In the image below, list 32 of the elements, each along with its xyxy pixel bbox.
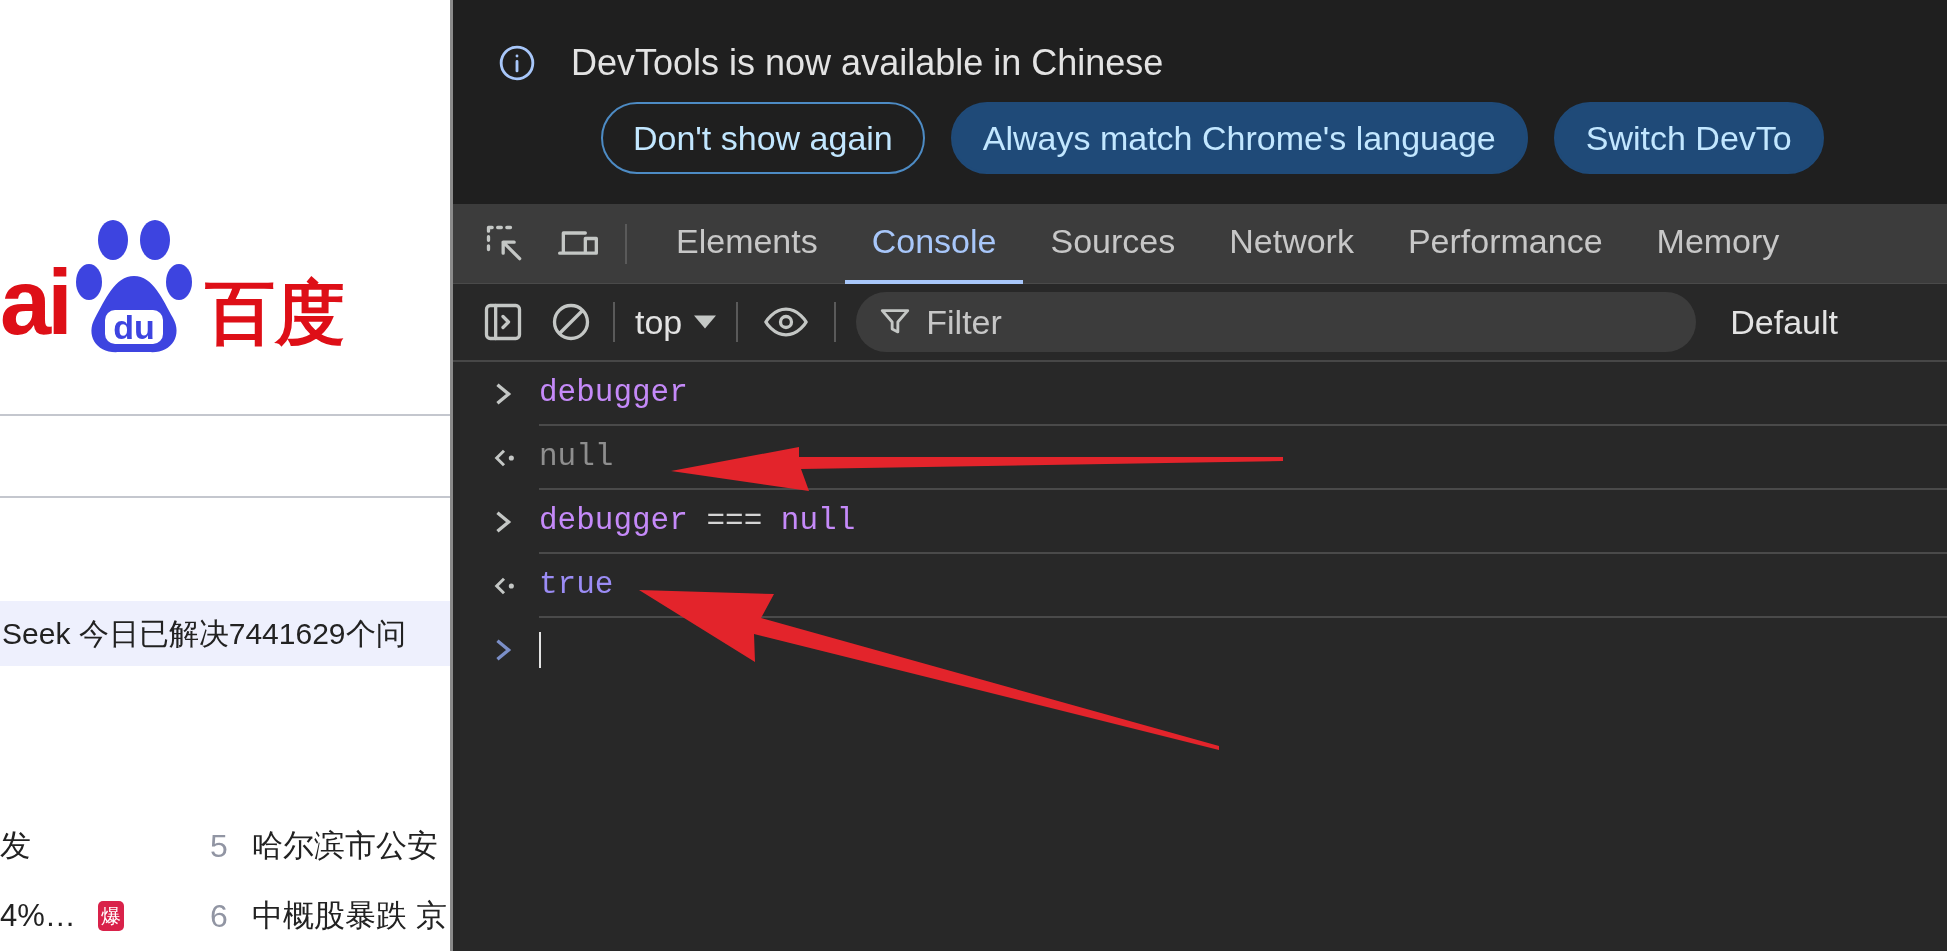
hot-badge: 爆 <box>97 901 124 931</box>
logo-text: ai <box>0 255 69 348</box>
panel-tab[interactable]: Performance <box>1380 203 1630 284</box>
context-dropdown[interactable]: top <box>635 296 717 348</box>
console-result: true <box>539 565 614 604</box>
console-result: null <box>539 437 614 476</box>
panel-tab[interactable]: Elements <box>649 203 845 284</box>
news-headline[interactable]: 中概股暴跌 京 <box>252 892 447 940</box>
logo-chinese-text: 百度 <box>204 277 345 348</box>
infobar-button[interactable]: Switch DevTo <box>1553 102 1824 174</box>
rank-number: 6 <box>210 897 229 936</box>
console-command: debugger === null <box>539 501 856 540</box>
infobar-message: DevTools is now available in Chinese <box>571 41 1164 85</box>
news-headline[interactable]: 哈尔滨市公安 <box>252 822 438 870</box>
text-cursor <box>539 632 541 668</box>
news-headline[interactable]: 发 <box>0 822 31 870</box>
panel-tab[interactable]: Memory <box>1629 203 1807 284</box>
panel-tab[interactable]: Network <box>1202 203 1381 284</box>
rank-number: 5 <box>210 827 229 866</box>
console-command: debugger <box>539 373 688 412</box>
result-arrow-icon <box>493 447 515 469</box>
infobar-button[interactable]: Always match Chrome's language <box>950 102 1528 174</box>
log-levels-dropdown[interactable]: Default <box>1730 296 1838 348</box>
ai-banner[interactable]: Seek 今日已解决7441629个问 <box>0 600 450 666</box>
infobar-button[interactable]: Don't show again <box>601 102 925 174</box>
info-icon <box>498 44 536 82</box>
news-headline[interactable]: 4%… <box>0 892 76 940</box>
result-arrow-icon <box>493 575 515 597</box>
paw-logo: du <box>74 219 193 354</box>
panel-tab[interactable]: Sources <box>1023 203 1203 284</box>
caret-icon <box>694 315 717 329</box>
filter-field[interactable]: Filter <box>856 292 1697 352</box>
